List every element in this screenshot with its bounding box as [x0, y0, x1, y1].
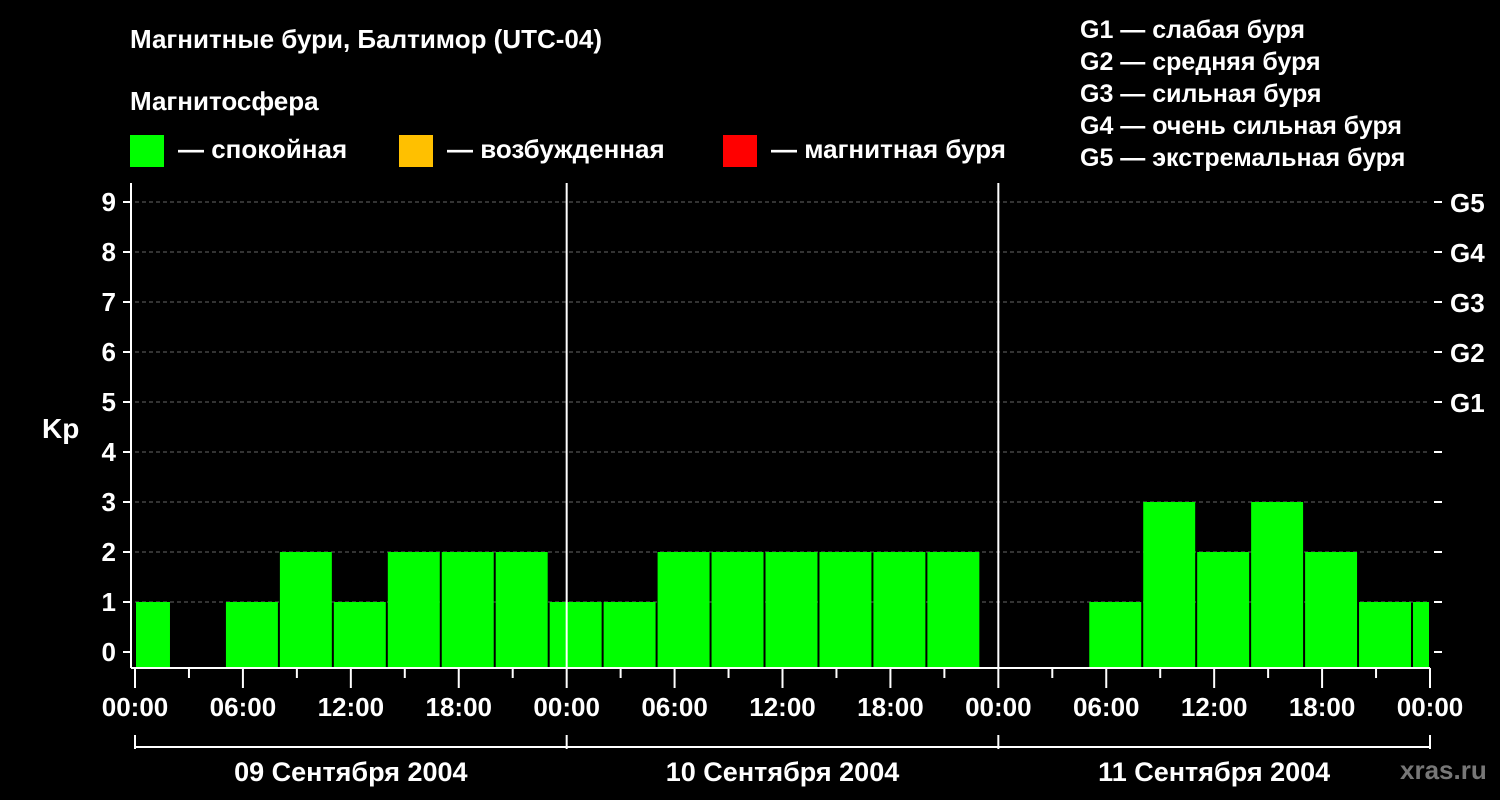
y-tick-label: 1	[102, 587, 116, 617]
kp-bar	[1251, 502, 1304, 668]
g-level-label: G2	[1450, 338, 1485, 368]
x-tick-label: 18:00	[426, 692, 493, 722]
x-tick-label: 06:00	[1073, 692, 1140, 722]
kp-bar	[873, 552, 926, 668]
y-tick-label: 9	[102, 187, 116, 217]
kp-bar	[225, 602, 278, 668]
g-level-label: G1	[1450, 388, 1485, 418]
kp-bar	[1089, 602, 1142, 668]
day-label: 10 Сентября 2004	[666, 757, 899, 787]
kp-bar	[765, 552, 818, 668]
kp-bar	[387, 552, 440, 668]
x-tick-label: 18:00	[1289, 692, 1356, 722]
kp-bar	[1413, 602, 1429, 668]
y-axis-label: Kp	[42, 413, 79, 444]
kp-bar	[1197, 552, 1250, 668]
day-label: 11 Сентября 2004	[1098, 757, 1330, 787]
x-tick-label: 12:00	[1181, 692, 1248, 722]
y-tick-label: 4	[102, 437, 117, 467]
kp-bar	[441, 552, 494, 668]
x-tick-label: 00:00	[102, 692, 169, 722]
y-tick-label: 2	[102, 537, 116, 567]
x-tick-label: 12:00	[749, 692, 816, 722]
y-tick-label: 3	[102, 487, 116, 517]
y-tick-label: 5	[102, 387, 116, 417]
x-tick-label: 00:00	[533, 692, 600, 722]
x-tick-label: 06:00	[641, 692, 708, 722]
x-tick-label: 18:00	[857, 692, 924, 722]
kp-bar	[279, 552, 332, 668]
g-level-label: G5	[1450, 188, 1485, 218]
kp-bar	[333, 602, 386, 668]
kp-bar	[136, 602, 170, 668]
kp-bar	[495, 552, 548, 668]
day-label: 09 Сентября 2004	[234, 757, 467, 787]
y-tick-label: 8	[102, 237, 116, 267]
kp-bar-chart: 0 1 2 3 4 5 6 7 8 9 G1 G2 G3 G4 G5 Kp 00:00 06:00 12:00 18:…	[42, 183, 1485, 787]
x-tick-label: 00:00	[1397, 692, 1464, 722]
kp-bar	[1305, 552, 1358, 668]
y-tick-label: 6	[102, 337, 116, 367]
kp-bar	[927, 552, 980, 668]
y-tick-label: 0	[102, 637, 116, 667]
kp-bar	[1143, 502, 1196, 668]
g-level-label: G3	[1450, 288, 1485, 318]
x-tick-label: 00:00	[965, 692, 1032, 722]
kp-bar	[1359, 602, 1412, 668]
y-tick-label: 7	[102, 287, 116, 317]
kp-bar	[657, 552, 710, 668]
kp-bar	[819, 552, 872, 668]
watermark: xras.ru	[1400, 755, 1487, 785]
x-tick-label: 12:00	[318, 692, 385, 722]
kp-bar	[603, 602, 656, 668]
kp-bar	[711, 552, 764, 668]
kp-bar	[549, 602, 602, 668]
g-level-label: G4	[1450, 238, 1485, 268]
x-tick-label: 06:00	[210, 692, 277, 722]
